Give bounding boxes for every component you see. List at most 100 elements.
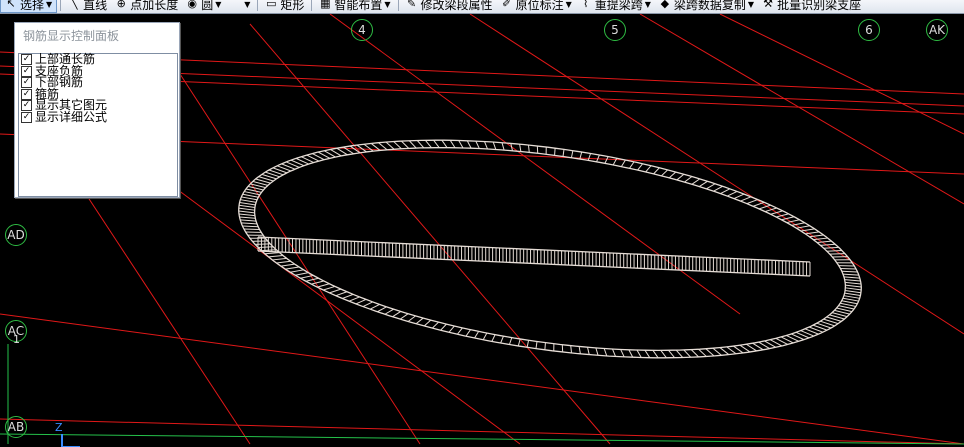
toolbar-icon-11: ⚒	[763, 0, 774, 10]
toolbar-label-10: 梁跨数据复制	[673, 0, 746, 12]
stirrup-tick	[720, 188, 731, 195]
stirrup-tick	[752, 201, 765, 207]
stirrup-tick	[415, 317, 424, 325]
checkbox-icon[interactable]: ✓	[21, 77, 32, 89]
stirrup-tick	[392, 311, 402, 318]
stirrup-tick	[501, 142, 505, 151]
toolbar-item-2[interactable]: ⊕ 点加长度	[111, 0, 182, 13]
stirrup-tick	[238, 213, 255, 217]
stirrup-tick	[840, 302, 856, 307]
stirrup-tick	[491, 334, 496, 342]
stirrup-tick	[384, 308, 394, 315]
toolbar-item-9[interactable]: ⌇ 重提梁跨 ▼	[576, 0, 655, 13]
stirrup-tick	[363, 143, 374, 152]
toolbar-item-10[interactable]: ◆ 梁跨数据复制 ▼	[655, 0, 758, 13]
panel-option-label: 显示详细公式	[35, 109, 108, 124]
stirrup-tick	[416, 140, 425, 149]
stirrup-tick	[653, 167, 660, 175]
stirrup-tick	[317, 283, 330, 288]
toolbar-item-4[interactable]: ▼	[238, 0, 254, 13]
toolbar-item-1[interactable]: ╲ 直线	[64, 0, 111, 13]
stirrup-tick	[458, 140, 464, 149]
stirrup-tick	[323, 285, 336, 291]
stirrup-tick	[508, 337, 513, 345]
toolbar-label-0: 选择	[20, 0, 45, 12]
dropdown-arrow-icon[interactable]: ▼	[46, 0, 52, 9]
toolbar-item-7[interactable]: ✎ 修改梁段属性	[402, 0, 497, 13]
stirrup-tick	[842, 273, 859, 276]
stirrup-tick	[440, 323, 447, 331]
toolbar-item-3[interactable]: ◉ 圆 ▼	[182, 0, 238, 13]
axis-label-4: 4	[351, 19, 373, 41]
dropdown-arrow-icon[interactable]: ▼	[748, 0, 754, 9]
gridline	[469, 14, 964, 335]
checkbox-icon[interactable]: ✓	[21, 88, 32, 100]
stirrup-tick	[239, 201, 256, 206]
stirrup-tick	[739, 344, 751, 353]
stirrup-tick	[474, 331, 480, 339]
rebar-display-control-panel[interactable]: 钢筋显示控制面板 ✓ 上部通长筋 ✓ 支座负筋 ✓ 下部钢筋 ✓ 箍筋 ✓ 显示其它图元 ✓ 显示详细…	[14, 22, 180, 198]
stirrup-tick	[449, 140, 456, 149]
stirrup-tick	[661, 169, 669, 177]
stirrup-tick	[683, 349, 692, 358]
stirrup-tick	[845, 289, 862, 294]
stirrup-tick	[342, 293, 354, 299]
panel-title: 钢筋显示控制面板	[23, 29, 120, 43]
dropdown-arrow-icon[interactable]: ▼	[566, 0, 572, 9]
stirrup-tick	[733, 193, 745, 200]
checkbox-icon[interactable]: ✓	[21, 65, 32, 77]
toolbar-icon-9: ⌇	[583, 0, 589, 10]
dropdown-arrow-icon[interactable]: ▼	[384, 0, 390, 9]
checkbox-icon[interactable]: ✓	[21, 100, 32, 112]
stirrup-tick	[242, 193, 259, 198]
toolbar-icon-5: ▭	[266, 0, 277, 10]
stirrup-tick	[843, 276, 860, 279]
stirrup-tick	[268, 254, 283, 258]
ring-longitudinal-bar	[253, 146, 847, 352]
stirrup-tick	[652, 350, 659, 359]
toolbar-label-8: 原位标注	[515, 0, 564, 12]
stirrup-tick	[611, 348, 616, 357]
stirrup-tick	[457, 327, 463, 335]
stirrup-tick	[238, 210, 255, 214]
stirrup-tick	[484, 141, 489, 150]
stirrup-tick	[401, 140, 410, 149]
checkbox-icon[interactable]: ✓	[21, 54, 32, 66]
checkbox-icon[interactable]: ✓	[21, 111, 32, 123]
toolbar-separator	[311, 0, 313, 11]
stirrup-tick	[595, 347, 599, 356]
ucs-z-label: Z	[55, 421, 63, 434]
stirrup-tick	[578, 346, 581, 354]
stirrup-tick	[727, 190, 738, 197]
stirrup-tick	[241, 222, 258, 225]
stirrup-tick	[840, 267, 857, 270]
stirrup-tick	[770, 210, 783, 215]
toolbar-item-0[interactable]: ↖ 选择 ▼	[0, 0, 58, 13]
stirrup-tick	[482, 332, 488, 340]
stirrup-tick	[637, 163, 643, 171]
dropdown-arrow-icon[interactable]: ▼	[244, 0, 250, 9]
stirrup-tick	[587, 347, 590, 355]
panel-option[interactable]: ✓ 显示详细公式	[19, 109, 177, 124]
toolbar-icon-2: ⊕	[116, 0, 126, 10]
stirrup-tick	[362, 301, 373, 308]
stirrup-tick	[570, 345, 573, 354]
stirrup-tick	[527, 144, 530, 153]
dropdown-arrow-icon[interactable]: ▼	[215, 0, 221, 9]
stirrup-tick	[240, 219, 257, 222]
stirrup-tick	[290, 269, 304, 273]
stirrup-tick	[645, 165, 652, 173]
toolbar-item-8[interactable]: ✐ 原位标注 ▼	[497, 0, 576, 13]
stirrup-tick	[243, 228, 260, 231]
stirrup-tick	[691, 178, 701, 185]
stirrup-tick	[746, 199, 758, 205]
stirrup-tick	[466, 140, 472, 149]
toolbar-icon-0: ↖	[6, 0, 16, 10]
toolbar-item-11[interactable]: ⚒ 批量识别梁支座	[758, 0, 865, 13]
toolbar-item-6[interactable]: ▦ 智能布置 ▼	[315, 0, 394, 13]
dropdown-arrow-icon[interactable]: ▼	[645, 0, 651, 9]
stirrup-tick	[587, 153, 592, 161]
toolbar-item-5[interactable]: ▭ 矩形	[261, 0, 308, 13]
stirrup-tick	[500, 335, 504, 344]
stirrup-tick	[719, 347, 730, 355]
